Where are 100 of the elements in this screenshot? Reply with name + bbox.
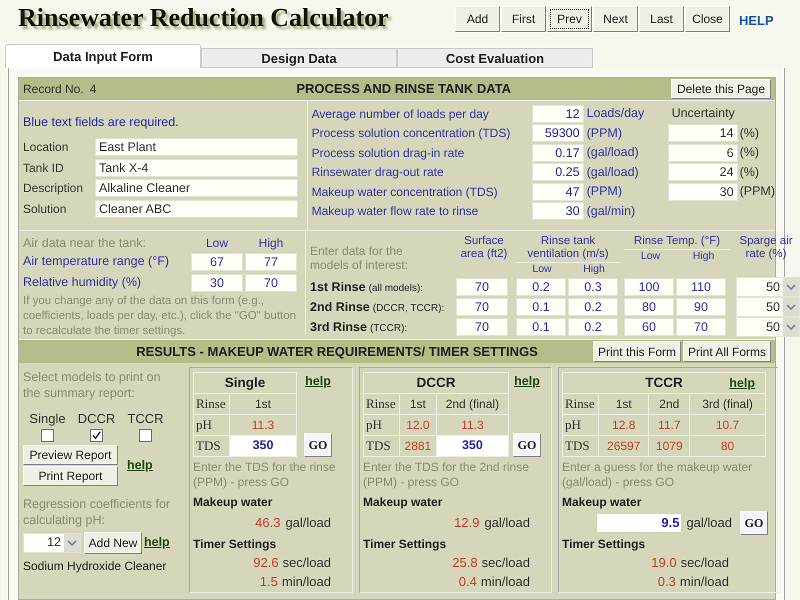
nav-button[interactable]: First: [501, 6, 546, 32]
input-field[interactable]: 60: [624, 318, 674, 336]
unit-label: (PPM): [738, 183, 775, 200]
help-link[interactable]: HELP: [739, 11, 774, 30]
input-field[interactable]: 0.17: [532, 144, 584, 162]
nav-button[interactable]: Close: [685, 6, 730, 32]
field-label: Location: [23, 139, 70, 156]
table-cell: 80: [690, 435, 766, 456]
input-field[interactable]: 24: [668, 163, 738, 182]
column-header: Uncertainty: [670, 105, 735, 122]
input-field[interactable]: Cleaner ABC: [95, 200, 298, 218]
input-field[interactable]: 100: [624, 278, 674, 296]
go-button[interactable]: GO: [740, 510, 768, 535]
row-header: pH: [562, 414, 598, 436]
record-number: 4: [90, 81, 96, 98]
go-button[interactable]: GO: [304, 432, 332, 457]
nav-button[interactable]: Next: [593, 6, 638, 32]
input-field[interactable]: 70: [245, 274, 297, 292]
print-button[interactable]: Print All Forms: [682, 341, 771, 362]
input-field[interactable]: 90: [676, 298, 726, 316]
section-label: Enter data for the models of interest:: [310, 243, 410, 274]
column-header: Rinse Temp. (°F): [624, 235, 730, 250]
sparge-dropdown[interactable]: 50: [736, 317, 800, 337]
help-link[interactable]: help: [127, 456, 153, 474]
input-field[interactable]: 110: [676, 278, 726, 296]
unit-label: (PPM): [586, 183, 623, 200]
row-note: (TCCR):: [370, 322, 408, 336]
input-field[interactable]: 70: [456, 278, 508, 296]
chevron-down-icon[interactable]: [64, 534, 80, 552]
preview-button[interactable]: Preview Report: [23, 444, 118, 464]
add-new-button[interactable]: Add New: [84, 532, 142, 554]
column-header: Low: [204, 235, 229, 252]
input-field[interactable]: 0.2: [516, 278, 566, 296]
input-field[interactable]: 0.3: [568, 278, 618, 296]
input-field[interactable]: 9.5: [597, 514, 682, 532]
unit-label: (gal/load): [586, 144, 640, 162]
nav-button[interactable]: Last: [639, 6, 684, 32]
help-link[interactable]: help: [144, 533, 170, 552]
column-header: 2nd: [648, 394, 690, 414]
tab[interactable]: Design Data: [201, 48, 397, 68]
input-field[interactable]: 0.2: [568, 318, 618, 336]
delete-button[interactable]: Delete this Page: [671, 79, 771, 99]
input-field[interactable]: 350: [436, 435, 508, 456]
input-field[interactable]: 30: [668, 182, 738, 201]
column-header: Low: [640, 250, 662, 263]
column-header: 3rd (final): [690, 394, 766, 414]
sparge-dropdown[interactable]: 50: [736, 297, 800, 317]
section-title: PROCESS AND RINSE TANK DATA: [295, 80, 512, 98]
print-button[interactable]: Print Report: [23, 466, 118, 486]
input-field[interactable]: 70: [676, 318, 726, 336]
go-button[interactable]: GO: [513, 432, 541, 457]
input-field[interactable]: 77: [245, 252, 297, 270]
unit-label: (gal/min): [586, 202, 636, 220]
table-cell: 1079: [648, 435, 690, 456]
help-link[interactable]: help: [305, 372, 331, 391]
input-field[interactable]: 6: [668, 144, 738, 162]
column-header: 2nd (final): [436, 394, 508, 414]
input-field[interactable]: 59300: [532, 124, 584, 142]
row-header: Rinse: [194, 394, 230, 414]
print-button[interactable]: Print this Form: [592, 341, 681, 362]
chevron-down-icon[interactable]: [783, 298, 799, 316]
input-field[interactable]: 0.25: [532, 163, 584, 182]
nav-button[interactable]: Prev: [547, 6, 592, 32]
checkbox[interactable]: [90, 428, 103, 442]
chevron-down-icon[interactable]: [783, 278, 799, 296]
sparge-dropdown[interactable]: 50: [736, 277, 800, 297]
tab[interactable]: Data Input Form: [5, 44, 201, 68]
column-header: 1st: [230, 394, 296, 414]
input-field[interactable]: 350: [230, 435, 296, 456]
input-field[interactable]: 47: [532, 182, 584, 201]
input-field[interactable]: Alkaline Cleaner: [95, 179, 298, 198]
input-field[interactable]: East Plant: [95, 138, 298, 156]
record-label: Record No.: [23, 81, 84, 98]
checkbox[interactable]: [41, 428, 54, 442]
unit-label: min/load: [480, 573, 530, 592]
input-field[interactable]: Tank X-4: [95, 158, 298, 177]
input-field[interactable]: 67: [191, 252, 243, 270]
input-field[interactable]: 0.1: [516, 318, 566, 336]
column-header: High: [258, 235, 284, 252]
checkbox[interactable]: [139, 428, 152, 442]
input-field[interactable]: 12: [532, 104, 584, 123]
help-link[interactable]: help: [729, 374, 755, 393]
input-field[interactable]: 80: [624, 298, 674, 316]
input-field[interactable]: 0.1: [516, 298, 566, 316]
input-field[interactable]: 30: [532, 202, 584, 220]
help-link[interactable]: help: [514, 372, 540, 391]
coefficient-dropdown[interactable]: 12: [23, 532, 81, 552]
column-header: Low: [531, 263, 553, 276]
input-field[interactable]: 14: [668, 124, 738, 142]
input-field[interactable]: 0.2: [568, 298, 618, 316]
row-label: 2nd Rinse: [310, 298, 370, 316]
input-field[interactable]: 70: [456, 318, 508, 336]
nav-button[interactable]: Add: [455, 6, 500, 32]
input-field[interactable]: 30: [191, 274, 243, 292]
row-note: (all models):: [368, 282, 424, 296]
tab[interactable]: Cost Evaluation: [397, 48, 593, 68]
chevron-down-icon[interactable]: [783, 318, 799, 336]
required-note: Blue text fields are required.: [23, 114, 180, 131]
model-title: Single: [194, 372, 296, 394]
input-field[interactable]: 70: [456, 298, 508, 316]
